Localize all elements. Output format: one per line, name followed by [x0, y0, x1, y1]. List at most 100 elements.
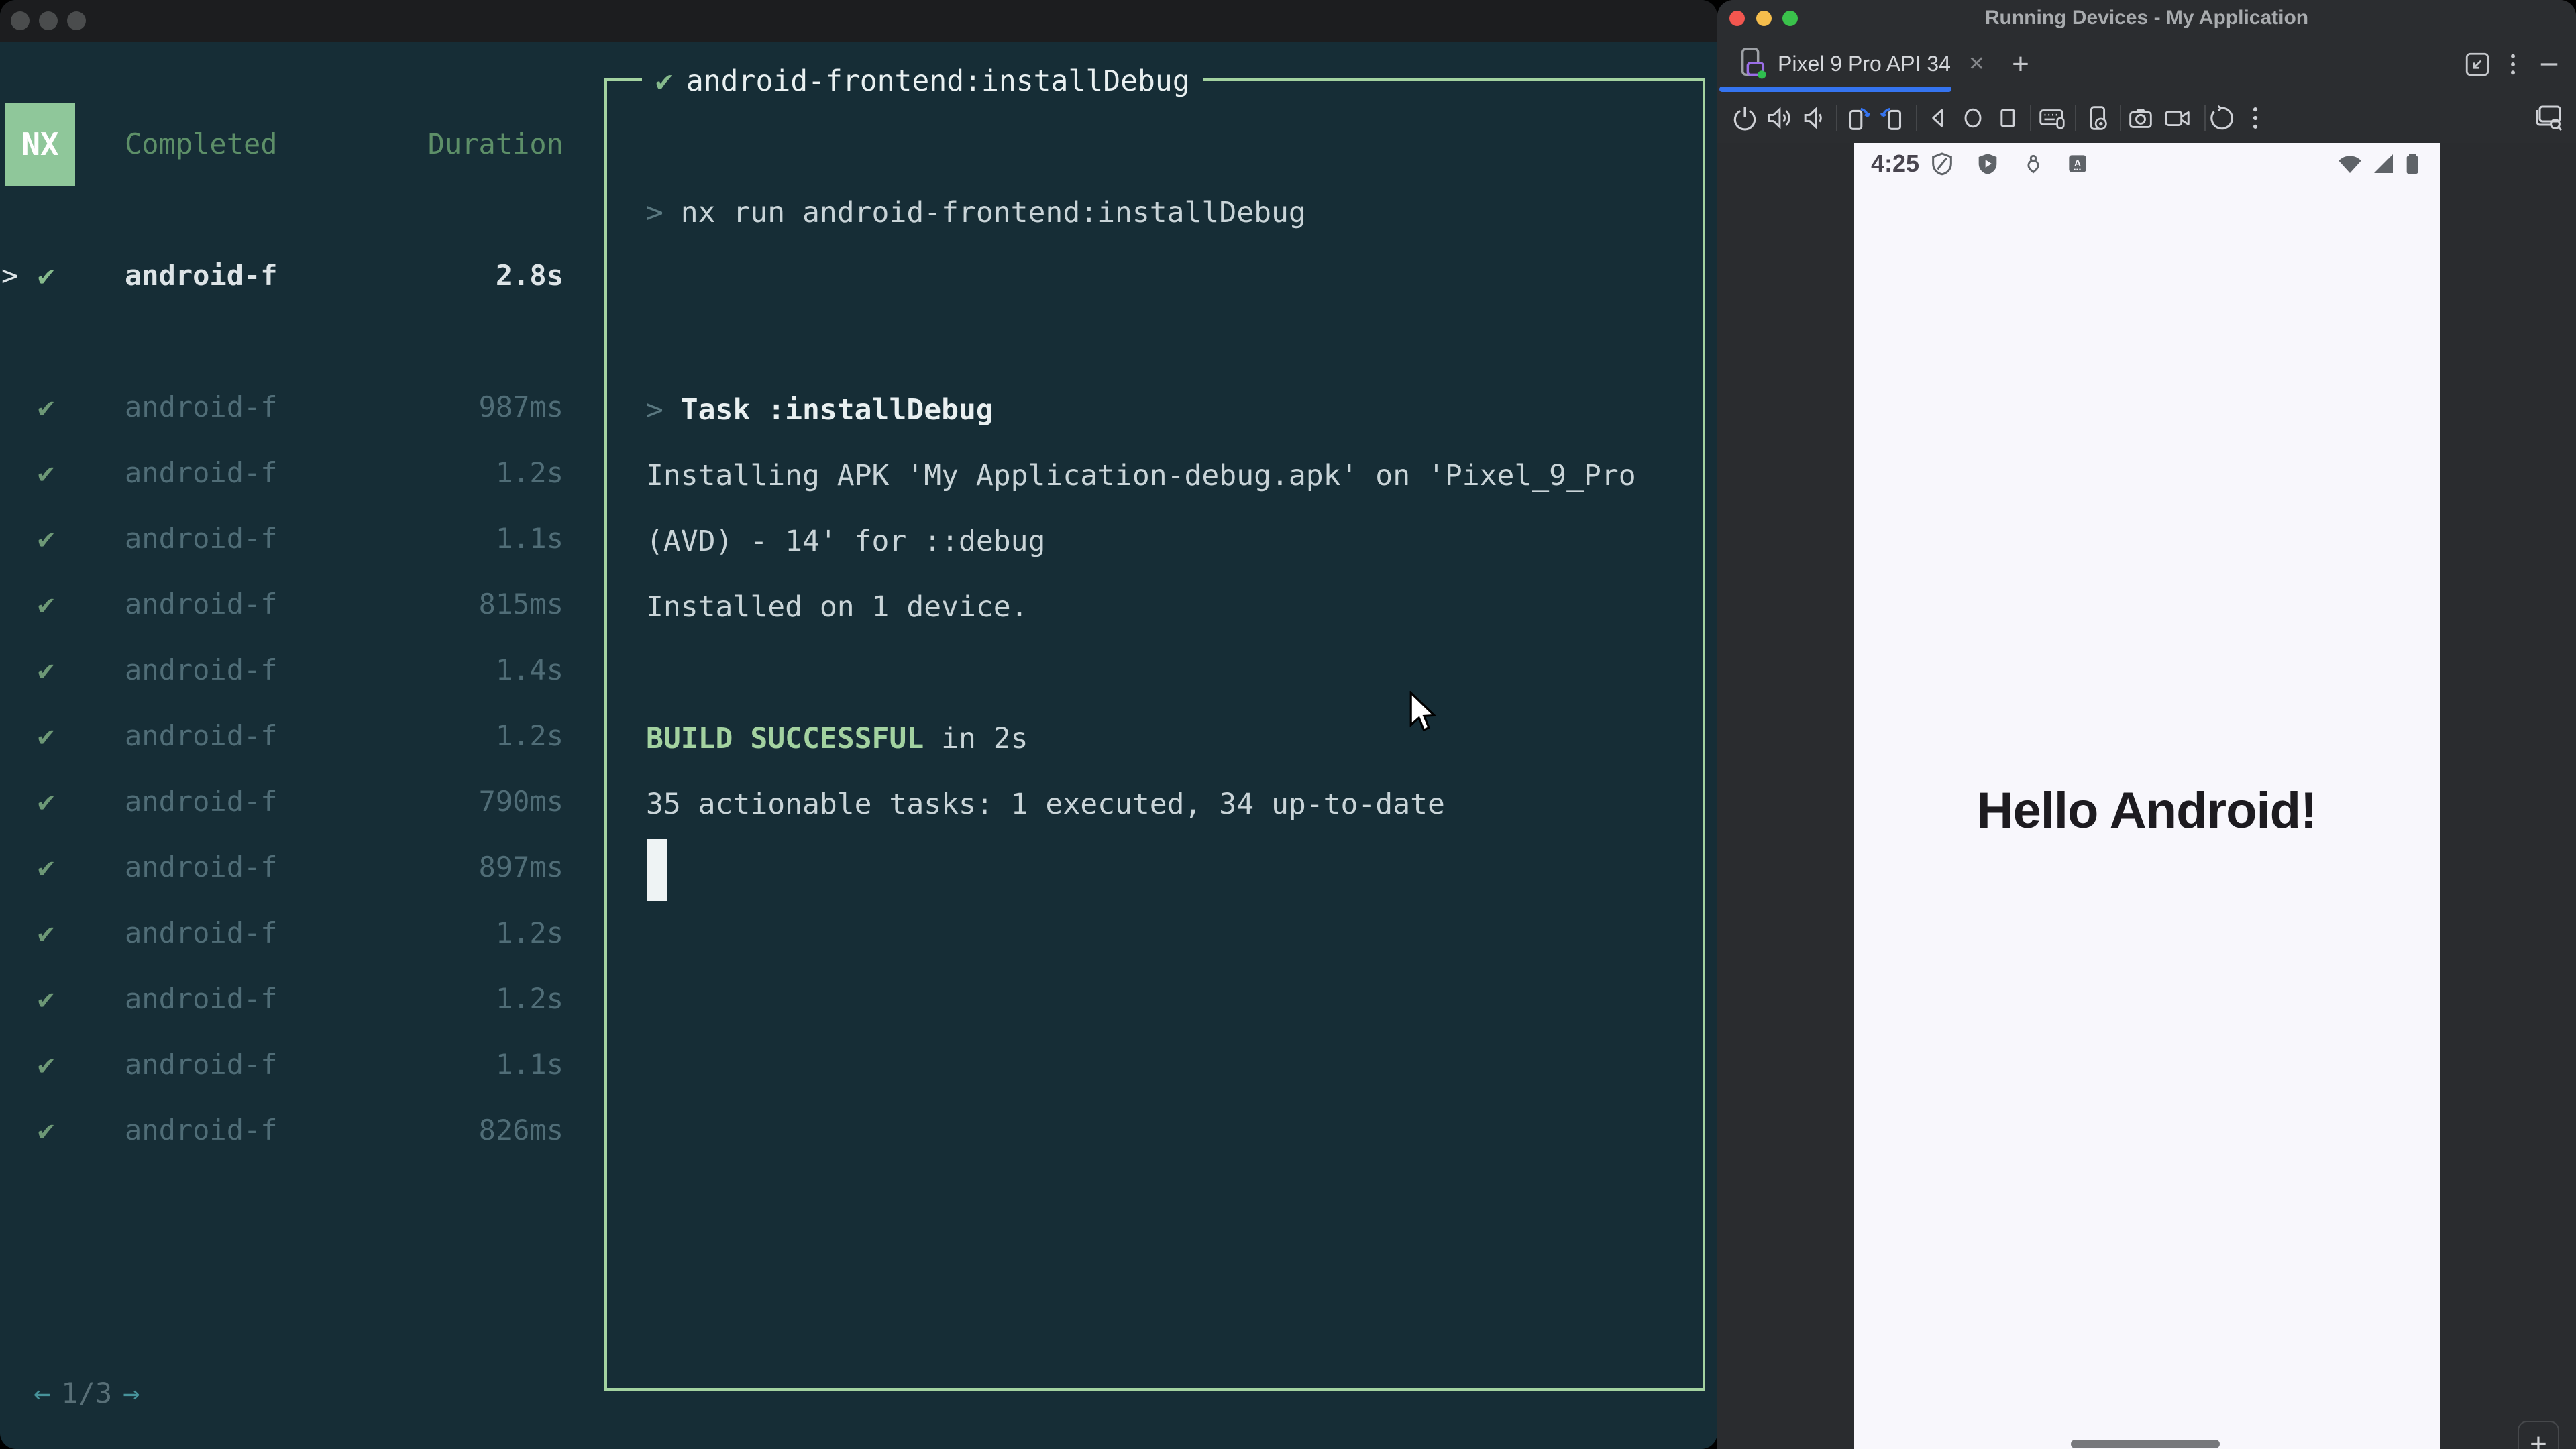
check-icon: ✔ [38, 588, 55, 621]
home-icon[interactable] [1958, 103, 1988, 133]
task-row[interactable]: ✔ android-f 1.2s [0, 912, 604, 954]
task-row[interactable]: ✔ android-f 1.1s [0, 518, 604, 559]
hide-panel-minus-icon[interactable] [2535, 50, 2563, 78]
overview-icon[interactable] [1993, 103, 2023, 133]
task-name: android-f [125, 1114, 278, 1146]
adb-keyboard-icon: A [2069, 155, 2086, 172]
volume-down-icon[interactable] [1799, 103, 1829, 133]
build-summary-line: 35 actionable tasks: 1 executed, 34 up-t… [646, 788, 1445, 821]
task-name: android-f [125, 653, 278, 686]
window-title: Running Devices - My Application [1984, 7, 2309, 29]
check-icon: ✔ [38, 851, 55, 883]
status-time: 4:25 [1871, 150, 1920, 177]
task-duration: 826ms [478, 1114, 564, 1146]
desktop: NX Completed Duration > ✔ android-f 2.8s… [0, 0, 2576, 1449]
check-icon: ✔ [655, 64, 673, 98]
close-tab-icon[interactable]: ✕ [1968, 52, 1985, 76]
device-tabbar: Pixel 9 Pro API 34 ✕ + [1717, 36, 2576, 95]
power-icon[interactable] [1730, 103, 1760, 133]
output-line: Installing APK 'My Application-debug.apk… [646, 459, 1636, 492]
screen-record-icon[interactable] [2161, 103, 2192, 133]
task-row[interactable]: ✔ android-f 1.2s [0, 715, 604, 757]
nx-logo: NX [5, 103, 75, 186]
toolbar-separator [2075, 105, 2076, 131]
battery-icon [2406, 154, 2418, 174]
gesture-nav-handle[interactable] [2071, 1440, 2220, 1448]
terminal-titlebar[interactable] [0, 0, 1717, 42]
output-line: (AVD) - 14' for ::debug [646, 525, 1046, 558]
close-icon[interactable] [11, 11, 30, 30]
output-line: Installed on 1 device. [646, 590, 1028, 624]
restart-icon[interactable] [2206, 103, 2237, 133]
wifi-icon [2339, 156, 2361, 173]
task-row[interactable]: ✔ android-f 897ms [0, 847, 604, 888]
play-protect-icon [1978, 154, 1997, 174]
zoom-controls: + − 1:1 [2518, 1421, 2559, 1449]
task-duration: 790ms [478, 785, 564, 818]
task-name: android-f [125, 522, 278, 555]
task-row-selected[interactable]: > ✔ android-f 2.8s [0, 255, 604, 297]
task-duration: 1.1s [495, 1048, 564, 1081]
toolbar-separator [2120, 105, 2121, 131]
task-row[interactable]: ✔ android-f 790ms [0, 781, 604, 822]
toolbar-separator [1916, 105, 1917, 131]
no-sim-shield-icon [1932, 152, 1952, 176]
task-row[interactable]: ✔ android-f 815ms [0, 584, 604, 625]
maximize-icon[interactable] [67, 11, 86, 30]
task-row[interactable]: ✔ android-f 1.2s [0, 452, 604, 494]
profile-icon [2027, 154, 2039, 174]
task-duration: 1.2s [495, 456, 564, 489]
screenshot-icon[interactable] [2125, 103, 2156, 133]
zoom-in-button[interactable]: + [2519, 1428, 2558, 1449]
studio-titlebar[interactable]: Running Devices - My Application [1717, 0, 2576, 36]
embed-window-icon[interactable] [2463, 50, 2491, 78]
active-tab-indicator [1719, 87, 1951, 92]
task-name: android-f [125, 719, 278, 752]
new-tab-icon[interactable]: + [2012, 48, 2029, 81]
check-icon: ✔ [38, 456, 55, 489]
mouse-cursor [1409, 691, 1437, 732]
more-options-kebab-icon[interactable] [2241, 103, 2270, 133]
task-duration: 1.2s [495, 982, 564, 1015]
page-indicator: 1/3 [61, 1377, 113, 1409]
minimize-icon[interactable] [39, 11, 58, 30]
keyboard-icon[interactable] [2037, 103, 2068, 133]
task-row[interactable]: ✔ android-f 826ms [0, 1110, 604, 1151]
pagination: ← 1/3 → [34, 1373, 140, 1414]
task-row[interactable]: ✔ android-f 1.2s [0, 978, 604, 1020]
task-name: android-f [125, 1048, 278, 1081]
tab-pixel-9-pro[interactable]: Pixel 9 Pro API 34 ✕ + [1737, 36, 2029, 92]
terminal-cursor [647, 839, 667, 901]
back-icon[interactable] [1924, 103, 1953, 133]
emulator-toolbar [1717, 93, 2576, 144]
tab-options-kebab-icon[interactable] [2499, 50, 2527, 78]
volume-up-icon[interactable] [1764, 103, 1794, 133]
task-row[interactable]: ✔ android-f 1.1s [0, 1044, 604, 1085]
task-output-title: ✔ android-frontend:installDebug [642, 59, 1203, 103]
device-settings-icon[interactable] [2082, 103, 2113, 133]
toolbar-separator [2030, 105, 2031, 131]
build-result-line: BUILD SUCCESSFUL in 2s [646, 722, 1028, 755]
rotate-right-icon[interactable] [1877, 103, 1908, 133]
task-duration: 987ms [478, 390, 564, 423]
column-header-duration: Duration [427, 127, 564, 160]
task-duration: 1.4s [495, 653, 564, 686]
task-duration: 2.8s [495, 259, 564, 292]
task-row[interactable]: ✔ android-f 1.4s [0, 649, 604, 691]
display-search-icon[interactable] [2532, 102, 2565, 134]
task-name: android-f [125, 456, 278, 489]
next-page-arrow-icon[interactable]: → [123, 1377, 140, 1409]
check-icon: ✔ [38, 653, 55, 686]
prev-page-arrow-icon[interactable]: ← [34, 1377, 50, 1409]
task-output-title-text: android-frontend:installDebug [686, 64, 1190, 98]
task-line: > Task :installDebug [646, 393, 994, 427]
emulator-screen[interactable]: 4:25 A Hello Android! [1854, 143, 2440, 1449]
task-row[interactable]: ✔ android-f 987ms [0, 386, 604, 428]
check-icon: ✔ [38, 522, 55, 555]
task-duration: 815ms [478, 588, 564, 621]
task-output-panel: ✔ android-frontend:installDebug > nx run… [604, 59, 1705, 1391]
task-duration: 1.2s [495, 719, 564, 752]
check-icon: ✔ [38, 390, 55, 423]
rotate-left-icon[interactable] [1843, 103, 1874, 133]
selection-caret-icon: > [1, 259, 19, 292]
